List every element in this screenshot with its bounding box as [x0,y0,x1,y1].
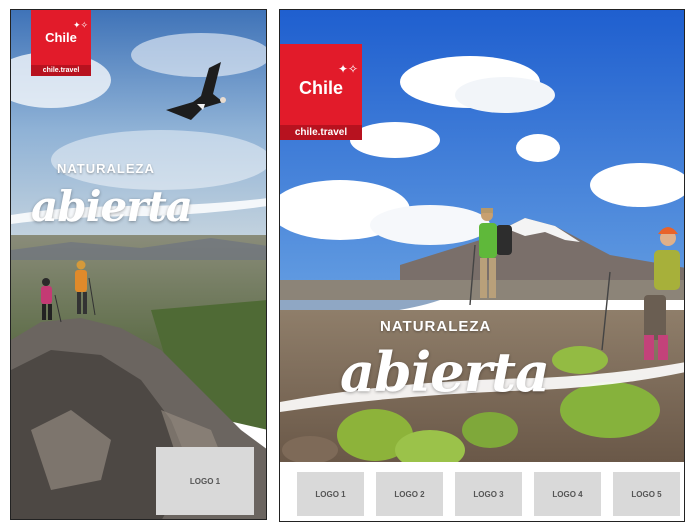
tagline-text: NATURALEZA [57,161,155,176]
right-ad-banner[interactable]: ✦✧ Chile chile.travel NATURALEZA abierta… [279,9,685,522]
stars-icon: ✦✧ [338,62,359,76]
brand-name: Chile [45,30,77,45]
brand-url: chile.travel [280,125,362,140]
logo-placeholder-1[interactable]: LOGO 1 [297,472,364,516]
tagline-text: NATURALEZA [380,318,492,335]
brand-name: Chile [298,78,343,98]
script-headline: abierta [340,340,550,404]
brand-url: chile.travel [31,65,91,76]
left-ad-banner[interactable]: ✦✧ Chile chile.travel NATURALEZA abierta… [10,9,267,520]
logo-placeholder-4[interactable]: LOGO 4 [534,472,601,516]
logo-placeholder-5[interactable]: LOGO 5 [613,472,680,516]
logo-placeholder-3[interactable]: LOGO 3 [455,472,522,516]
logo-strip: LOGO 1 LOGO 2 LOGO 3 LOGO 4 LOGO 5 [280,462,684,521]
logo-placeholder-2[interactable]: LOGO 2 [376,472,443,516]
chile-brand-logo[interactable]: ✦✧ Chile chile.travel [280,44,362,140]
chile-brand-logo[interactable]: ✦✧ Chile chile.travel [31,10,91,76]
script-headline: abierta [31,182,193,231]
left-ad-photo [11,10,266,519]
logo-placeholder-1[interactable]: LOGO 1 [156,447,254,515]
